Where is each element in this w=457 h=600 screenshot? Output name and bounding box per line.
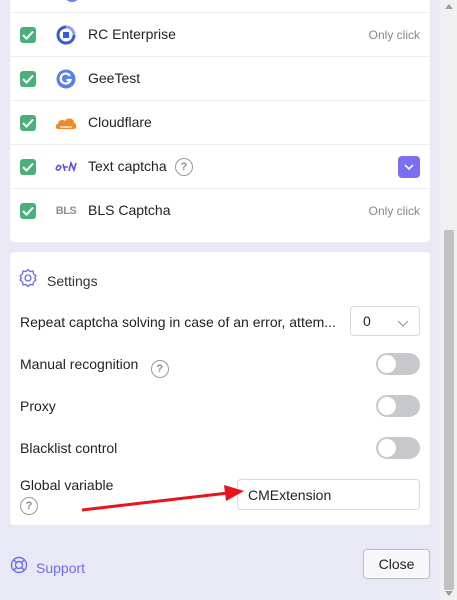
service-row-bls-captcha: BLS BLS Captcha Only click	[10, 189, 430, 233]
blacklist-control-row: Blacklist control	[20, 437, 420, 459]
cloudflare-checkbox[interactable]	[20, 115, 36, 131]
text-captcha-checkbox[interactable]	[20, 159, 36, 175]
retry-label: Repeat captcha solving in case of an err…	[20, 314, 336, 330]
global-variable-input[interactable]	[237, 479, 420, 510]
proxy-row: Proxy	[20, 395, 420, 417]
settings-card: Settings Repeat captcha solving in case …	[10, 252, 430, 525]
lifebuoy-icon	[10, 556, 28, 579]
settings-header: Settings	[18, 268, 98, 293]
bls-logo-text: BLS	[55, 205, 77, 217]
scroll-down-arrow-icon[interactable]	[445, 591, 453, 596]
service-label: BLS Captcha	[88, 202, 171, 218]
gear-icon	[18, 268, 38, 293]
close-button[interactable]: Close	[363, 549, 430, 579]
blacklist-control-label: Blacklist control	[20, 440, 118, 456]
retry-setting-row: Repeat captcha solving in case of an err…	[20, 306, 420, 336]
geetest-checkbox[interactable]	[20, 71, 36, 87]
toggle-knob	[378, 355, 396, 373]
scroll-up-arrow-icon[interactable]	[445, 4, 453, 9]
settings-title: Settings	[47, 272, 98, 289]
manual-recognition-row: Manual recognition ?	[20, 353, 420, 378]
support-label: Support	[36, 559, 86, 576]
expand-dropdown-button[interactable]	[398, 156, 420, 178]
support-link[interactable]: Support	[10, 556, 85, 579]
toggle-knob	[378, 439, 396, 457]
geetest-logo-icon	[55, 68, 77, 90]
retry-count-value: 0	[363, 313, 371, 329]
service-row-geetest: GeeTest	[10, 57, 430, 101]
service-label: GeeTest	[88, 70, 141, 86]
help-icon[interactable]: ?	[20, 497, 38, 515]
cloudflare-logo-icon	[55, 112, 77, 134]
service-label: RC Enterprise	[88, 26, 176, 42]
retry-count-select[interactable]: 0	[350, 306, 420, 336]
help-icon[interactable]: ?	[175, 158, 193, 176]
scrollbar[interactable]	[440, 0, 457, 600]
proxy-label: Proxy	[20, 398, 56, 414]
chevron-down-icon	[397, 315, 409, 331]
proxy-toggle[interactable]	[376, 395, 420, 417]
service-row-cloudflare: Cloudflare	[10, 101, 430, 145]
service-row-rc-enterprise: RC Enterprise Only click	[10, 13, 430, 57]
text-captcha-icon	[55, 156, 77, 178]
service-label: Cloudflare	[88, 114, 152, 130]
rc-enterprise-checkbox[interactable]	[20, 27, 36, 43]
help-icon[interactable]: ?	[150, 360, 169, 378]
captcha-services-card: RC Enterprise Only click GeeTest Cloudfl…	[10, 0, 430, 242]
bls-logo-icon: BLS	[55, 200, 77, 222]
previous-service-icon	[64, 0, 80, 2]
service-row-text-captcha: Text captcha ?	[10, 145, 430, 189]
blacklist-control-toggle[interactable]	[376, 437, 420, 459]
toggle-knob	[378, 397, 396, 415]
manual-recognition-toggle[interactable]	[376, 353, 420, 375]
rc-enterprise-logo-icon	[55, 24, 77, 46]
manual-recognition-label: Manual recognition	[20, 356, 139, 372]
bls-captcha-checkbox[interactable]	[20, 203, 36, 219]
scrollbar-thumb[interactable]	[444, 230, 454, 590]
only-click-note: Only click	[368, 204, 420, 218]
service-label: Text captcha	[88, 158, 167, 174]
only-click-note: Only click	[368, 28, 420, 42]
